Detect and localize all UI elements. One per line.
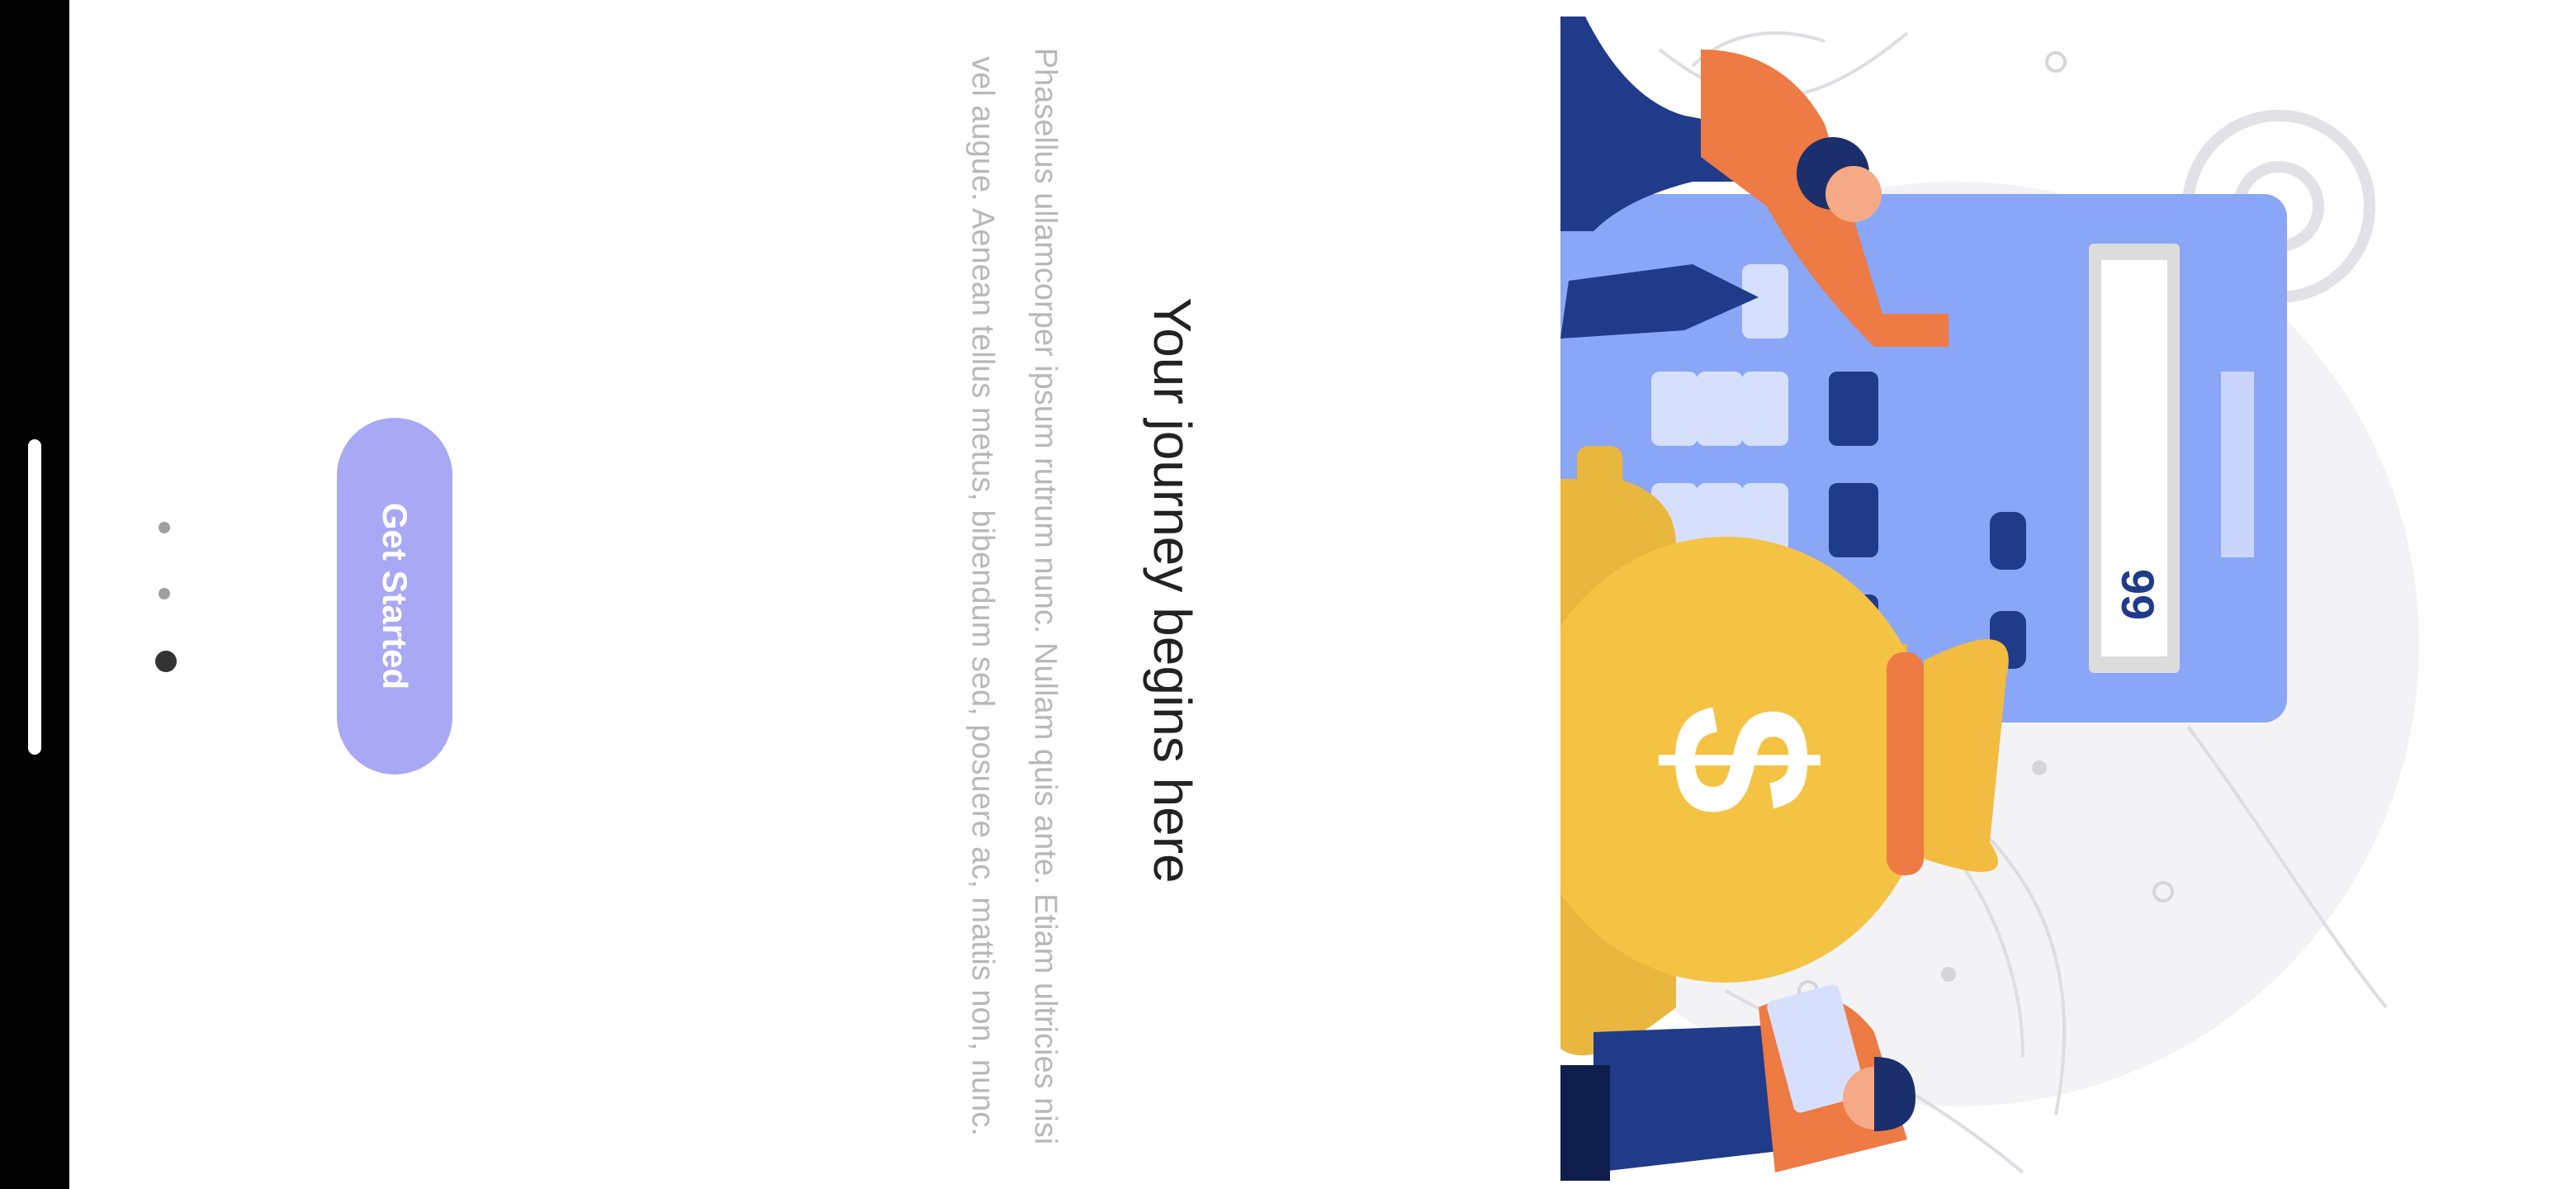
svg-text:$: $ [1631,704,1853,814]
page-indicator-dot-active [155,651,177,672]
onboarding-description: Phasellus ullamcorper ipsum rutrum nunc.… [965,47,1063,1145]
onboarding-title: Your journey begins here [1143,297,1202,883]
calculator-display-value: 99 [2112,569,2164,620]
home-gesture-handle[interactable] [28,439,41,755]
finance-illustration: 99 $ [1560,17,2419,1181]
page-indicator-dot [159,522,170,533]
onboarding-title-container: Your journey begins here [1139,239,1205,941]
onboarding-description-container: Phasellus ullamcorper ipsum rutrum nunc.… [931,43,1096,1149]
page-indicator-dot [159,588,170,599]
get-started-button[interactable]: Get Started [337,418,452,775]
get-started-label: Get Started [376,502,414,690]
system-navigation-bar [0,0,69,1189]
